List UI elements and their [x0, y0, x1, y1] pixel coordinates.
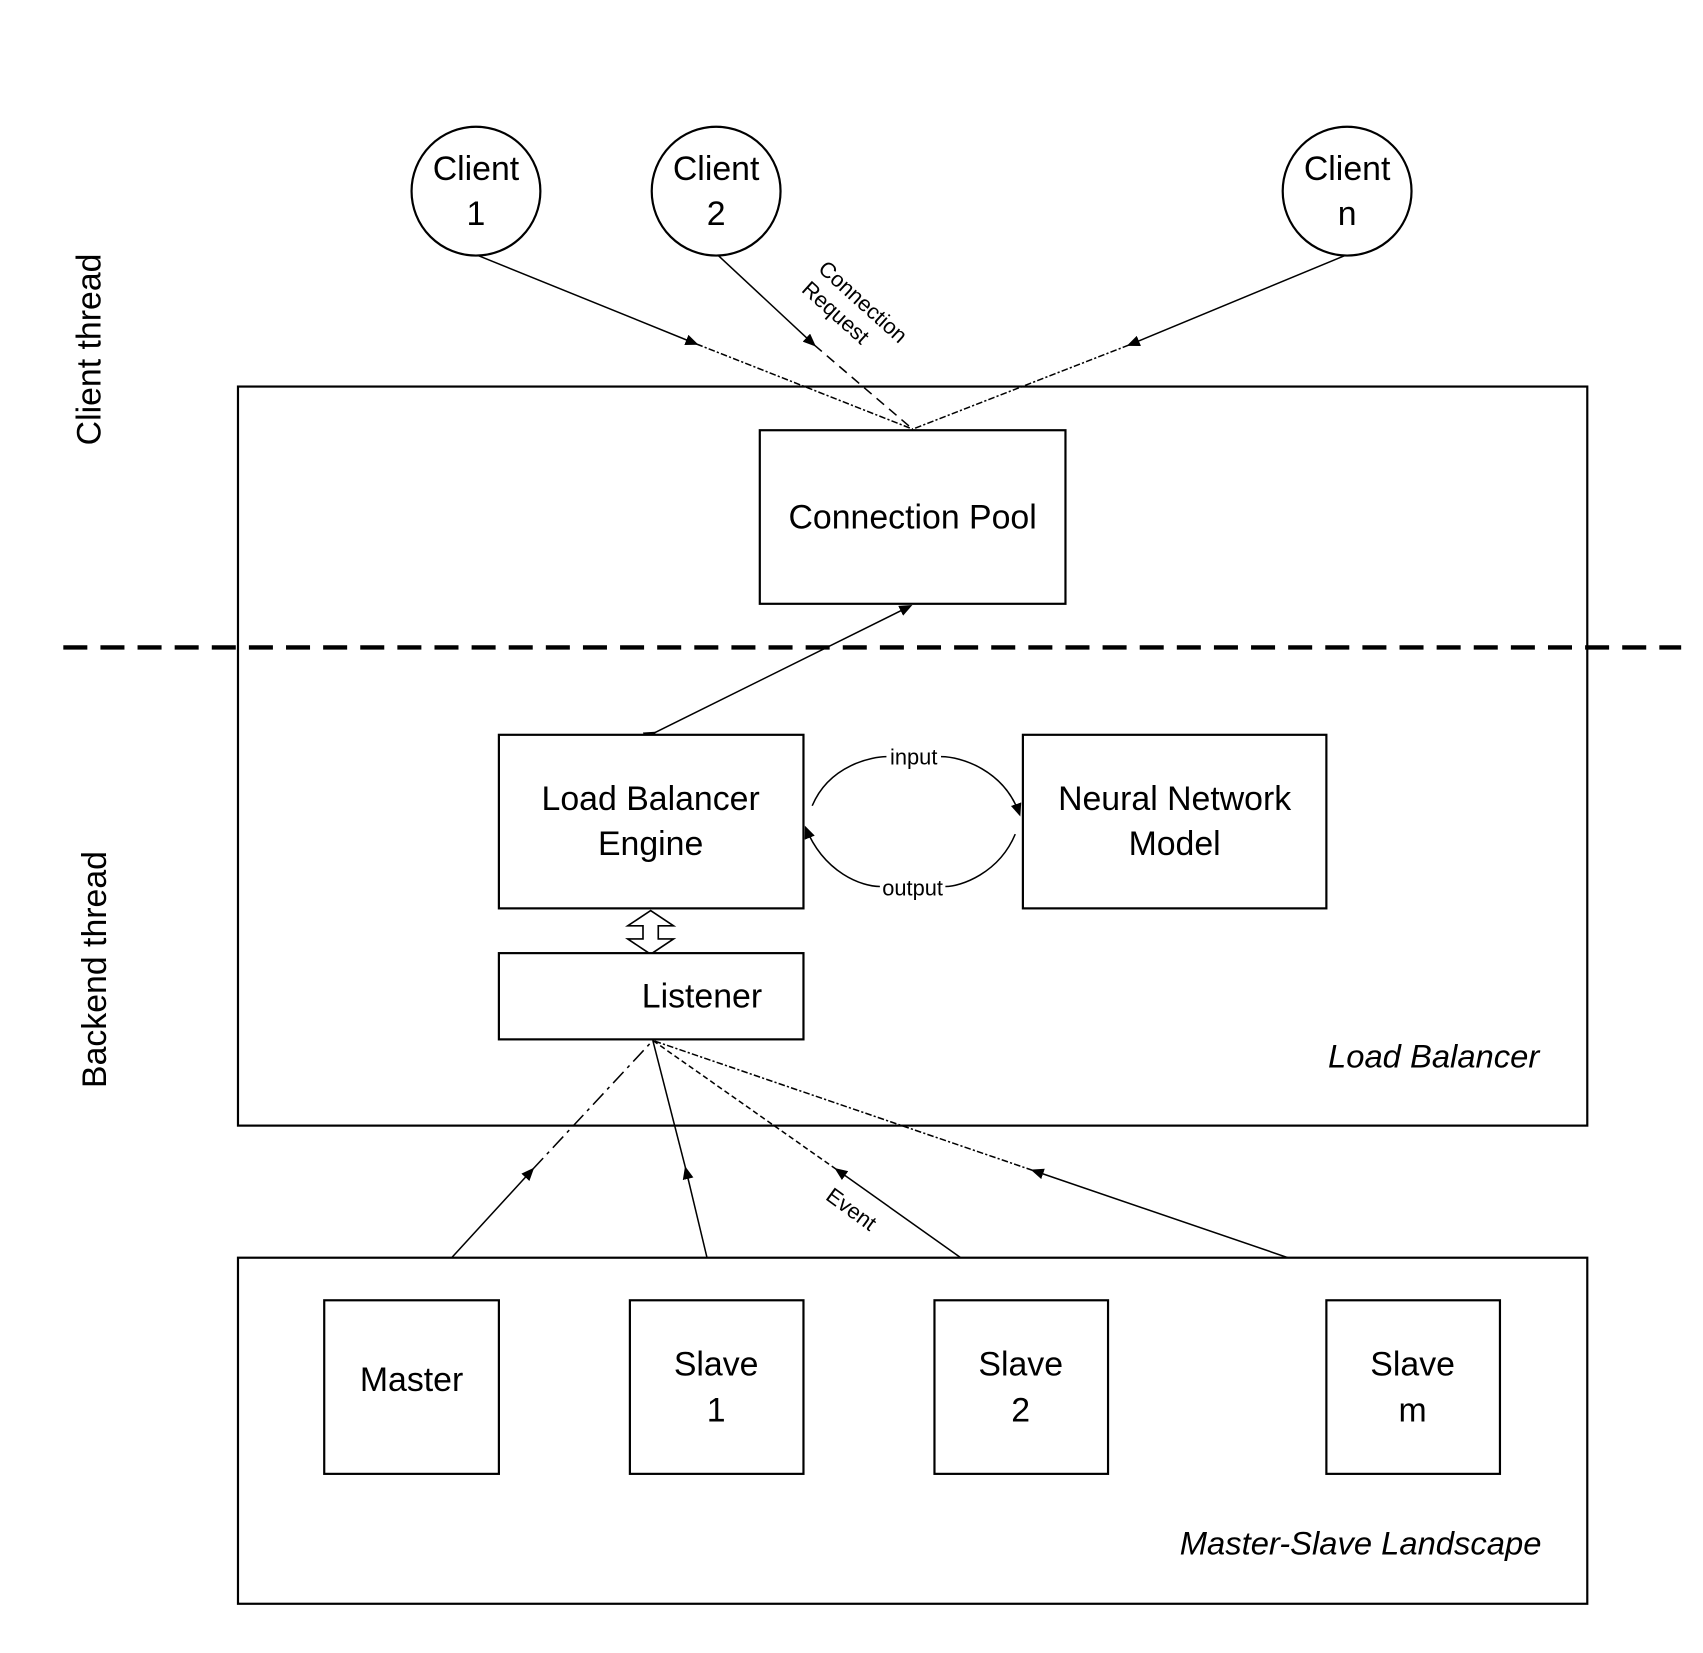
listener[interactable]: Listener	[497, 952, 805, 1041]
master-node[interactable]: Master	[323, 1299, 500, 1475]
input-label: input	[890, 744, 937, 769]
slave-1-label: Slave	[674, 1346, 759, 1384]
connection-pool-label: Connection Pool	[789, 498, 1037, 536]
neural-network-model[interactable]: Neural Network Model	[1021, 733, 1328, 910]
slave-2-number: 2	[1011, 1391, 1030, 1429]
engine-label-line1: Load Balancer	[542, 780, 760, 818]
client-1-connection-arrow	[477, 254, 699, 345]
slave-2-label: Slave	[978, 1346, 1063, 1384]
client-n[interactable]: Client n	[1281, 125, 1413, 257]
client-n-number: n	[1338, 195, 1357, 233]
slave-1-node[interactable]: Slave 1	[628, 1299, 805, 1475]
client-2-number: 2	[707, 195, 726, 233]
slave-m-label: Slave	[1370, 1346, 1455, 1384]
client-2-label: Client	[673, 150, 760, 188]
load-balancer-title: Load Balancer	[1328, 1038, 1541, 1075]
nn-label-line2: Model	[1129, 825, 1221, 863]
nn-label-line1: Neural Network	[1058, 780, 1291, 818]
client-2-connection-arrow	[717, 254, 816, 347]
client-1[interactable]: Client 1	[410, 125, 542, 257]
slave-2-node[interactable]: Slave 2	[933, 1299, 1110, 1475]
master-node-label: Master	[360, 1361, 463, 1399]
client-2[interactable]: Client 2	[650, 125, 782, 257]
slave-m-number: m	[1399, 1391, 1427, 1429]
client-thread-label: Client thread	[70, 254, 108, 446]
client-1-label: Client	[433, 150, 520, 188]
connection-pool[interactable]: Connection Pool	[758, 429, 1067, 605]
event-label: Event	[822, 1183, 882, 1236]
client-n-connection-arrow	[1126, 254, 1346, 346]
client-n-label: Client	[1304, 150, 1391, 188]
slave-m-node[interactable]: Slave m	[1325, 1299, 1502, 1475]
connection-request-label: Connection Request	[797, 256, 912, 349]
master-slave-landscape-title: Master-Slave Landscape	[1180, 1525, 1542, 1562]
engine-label-line2: Engine	[598, 825, 703, 863]
output-label: output	[882, 875, 943, 900]
listener-label: Listener	[642, 978, 762, 1016]
backend-thread-label: Backend thread	[76, 851, 114, 1088]
load-balancer-engine[interactable]: Load Balancer Engine	[497, 733, 805, 910]
slave-1-number: 1	[707, 1391, 726, 1429]
architecture-diagram: Client thread Backend thread Load Balanc…	[63, 125, 1682, 1605]
client-1-number: 1	[467, 195, 486, 233]
